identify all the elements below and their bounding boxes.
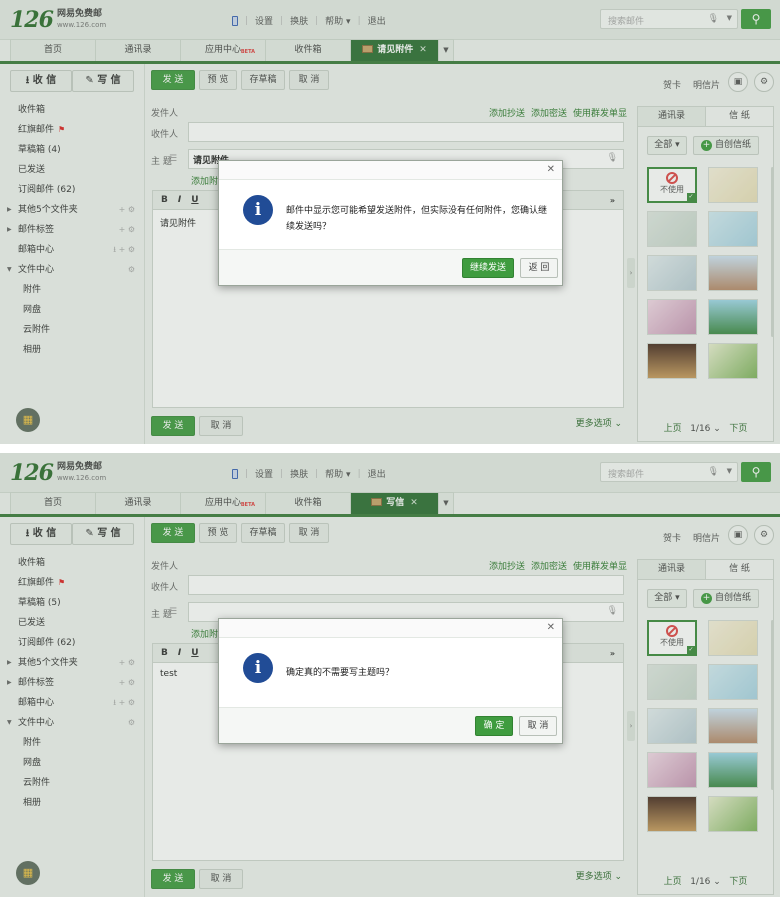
screenshot-1: 126 网易免费邮 www.126.com | 设置 | 换肤 | 帮助 ▾ |… <box>0 0 780 444</box>
info-icon: i <box>243 195 273 225</box>
info-icon: i <box>243 653 273 683</box>
close-icon[interactable]: ✕ <box>547 622 555 633</box>
close-icon[interactable]: ✕ <box>547 164 555 175</box>
confirm-dialog: ✕ i 确定真的不需要写主题吗？ 确 定 取 消 <box>218 618 563 744</box>
dialog-cancel-button[interactable]: 取 消 <box>519 716 557 736</box>
dialog-ok-button[interactable]: 继续发送 <box>462 258 514 278</box>
confirm-dialog: ✕ i 邮件中显示您可能希望发送附件，但实际没有任何附件，您确认继续发送吗？ 继… <box>218 160 563 286</box>
screenshot-separator <box>0 444 780 453</box>
dialog-cancel-button[interactable]: 返 回 <box>520 258 558 278</box>
dialog-message: 邮件中显示您可能希望发送附件，但实际没有任何附件，您确认继续发送吗？ <box>286 206 548 232</box>
dialog-message: 确定真的不需要写主题吗？ <box>286 668 395 678</box>
screenshot-2: 126 网易免费邮 www.126.com | 设置 | 换肤 | 帮助 ▾ |… <box>0 453 780 897</box>
dialog-ok-button[interactable]: 确 定 <box>475 716 513 736</box>
